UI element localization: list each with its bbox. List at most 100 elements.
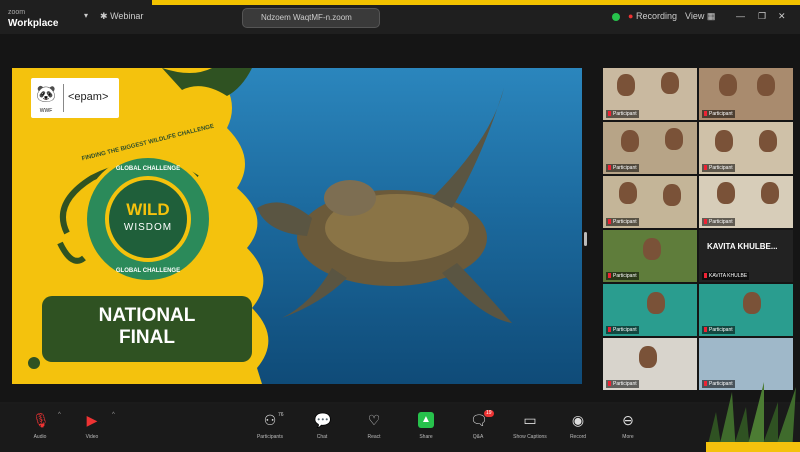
captions-icon: ▭ — [523, 412, 537, 428]
participant-face — [619, 182, 637, 204]
accent-strip — [152, 0, 800, 5]
video-tile[interactable]: Participant — [699, 176, 793, 228]
chat-button[interactable]: 💬 Chat — [300, 408, 344, 448]
participant-face — [719, 74, 737, 96]
participant-face — [665, 128, 683, 150]
participant-face — [759, 130, 777, 152]
chat-icon: 💬 — [314, 412, 332, 428]
participant-face — [717, 182, 735, 204]
brand-small: zoom — [8, 9, 26, 16]
grass-decoration — [706, 382, 800, 452]
video-tile[interactable]: Participant — [699, 284, 793, 336]
participant-name: Participant — [606, 164, 639, 172]
participant-name: Participant — [606, 380, 639, 388]
captions-label: Show Captions — [513, 434, 547, 440]
captions-button[interactable]: ▭ Show Captions — [508, 408, 552, 448]
share-button[interactable]: ▲ Share — [404, 408, 448, 448]
small-badge-icon — [26, 355, 42, 371]
video-tile[interactable]: Participant — [699, 68, 793, 120]
webinar-tab-label: Webinar — [110, 11, 144, 21]
close-icon[interactable]: ✕ — [778, 11, 786, 22]
active-speaker-label: KAVITA KHULBE... — [707, 242, 778, 251]
qa-label: Q&A — [472, 434, 484, 440]
participant-face — [643, 238, 661, 260]
badge-ring-bottom: GLOBAL CHALLENGE — [115, 268, 181, 274]
app-brand: zoom Workplace — [8, 8, 58, 29]
participant-face — [617, 74, 635, 96]
share-screen-icon: ▲ — [418, 412, 434, 428]
chevron-up-icon[interactable]: ^ — [112, 412, 115, 418]
meeting-url: Ndzoem WaqtMF-n.zoom — [261, 13, 352, 22]
video-label: Video — [85, 434, 99, 440]
more-icon: ⊖ — [622, 412, 634, 428]
microphone-icon: 🎙 — [32, 412, 50, 428]
participant-name: Participant — [606, 272, 639, 280]
participant-face — [647, 292, 665, 314]
video-tile[interactable]: KAVITA KHULBE — [699, 230, 793, 282]
record-dot-icon: ● — [628, 11, 634, 21]
people-icon: ⚇ — [263, 412, 277, 428]
participant-face — [743, 292, 761, 314]
participant-name: Participant — [606, 110, 639, 118]
video-button[interactable]: ▶ Video — [70, 408, 114, 448]
participant-name: Participant — [702, 110, 735, 118]
security-shield-icon[interactable] — [612, 13, 620, 21]
qa-button[interactable]: 🗨 19 Q&A — [456, 408, 500, 448]
participants-button[interactable]: ⚇ 76 Participants — [248, 408, 292, 448]
logo-divider — [63, 84, 64, 112]
participant-face — [663, 184, 681, 206]
final-line-2: FINAL — [119, 327, 175, 348]
gear-icon: ✱ — [100, 11, 108, 21]
sponsor-logos: 🐼 WWF <epam> — [31, 78, 119, 118]
video-tile[interactable]: Participant — [603, 284, 697, 336]
video-tile[interactable]: Participant — [603, 230, 697, 282]
audio-button[interactable]: 🎙 Audio — [18, 408, 62, 448]
participant-face — [761, 182, 779, 204]
participant-face — [757, 74, 775, 96]
audio-label: Audio — [33, 434, 47, 440]
participant-face — [621, 130, 639, 152]
wild-wisdom-badge: GLOBAL CHALLENGE WILD WISDOM GLOBAL CHAL… — [83, 154, 213, 284]
webinar-tab[interactable]: ✱ Webinar — [100, 11, 143, 22]
participant-name: Participant — [702, 218, 735, 226]
wwf-logo-text: WWF — [39, 108, 53, 114]
participant-face — [661, 72, 679, 94]
resize-handle[interactable] — [584, 232, 587, 246]
chevron-down-icon[interactable]: ▾ — [84, 11, 88, 20]
participant-name: Participant — [606, 326, 639, 334]
view-label: View — [685, 11, 705, 21]
participant-gallery: Participant Participant Participant Part… — [603, 68, 793, 390]
shared-screen: 🐼 WWF <epam> FINDING THE BIGGEST WILDLIF… — [12, 68, 582, 384]
recording-status[interactable]: ● Recording — [628, 11, 677, 21]
participant-face — [639, 346, 657, 368]
badge-center: WILD WISDOM — [105, 176, 191, 262]
participant-face — [715, 130, 733, 152]
camera-off-icon: ▶ — [86, 412, 98, 428]
national-final-box: NATIONAL FINAL — [42, 296, 252, 362]
video-tile[interactable]: Participant — [603, 176, 697, 228]
record-button[interactable]: ◉ Record — [556, 408, 600, 448]
maximize-icon[interactable]: ❐ — [758, 11, 766, 22]
minimize-icon[interactable]: — — [736, 11, 745, 21]
record-label: Record — [569, 434, 587, 440]
react-button[interactable]: ♡ React — [352, 408, 396, 448]
epam-logo: <epam> — [68, 91, 109, 103]
meeting-url-pill[interactable]: Ndzoem WaqtMF-n.zoom — [242, 8, 380, 28]
meeting-toolbar: 🎙 Audio ^ ▶ Video ^ ⚇ 76 Participants 💬 … — [0, 404, 800, 452]
window-title-bar: zoom Workplace ▾ ✱ Webinar Ndzoem WaqtMF… — [0, 0, 800, 34]
view-button[interactable]: View ▦ — [685, 11, 715, 22]
chevron-up-icon[interactable]: ^ — [58, 412, 61, 418]
participant-name: Participant — [606, 218, 639, 226]
final-line-1: NATIONAL — [98, 305, 196, 326]
react-label: React — [367, 434, 381, 440]
more-button[interactable]: ⊖ More — [606, 408, 650, 448]
video-tile[interactable]: Participant — [603, 122, 697, 174]
participant-name: Participant — [702, 164, 735, 172]
video-tile[interactable]: Participant — [603, 338, 697, 390]
share-label: Share — [419, 434, 433, 440]
heart-icon: ♡ — [367, 412, 381, 428]
video-tile[interactable]: Participant — [603, 68, 697, 120]
participants-count: 76 — [278, 412, 284, 418]
participant-name: KAVITA KHULBE — [702, 272, 750, 280]
video-tile[interactable]: Participant — [699, 122, 793, 174]
